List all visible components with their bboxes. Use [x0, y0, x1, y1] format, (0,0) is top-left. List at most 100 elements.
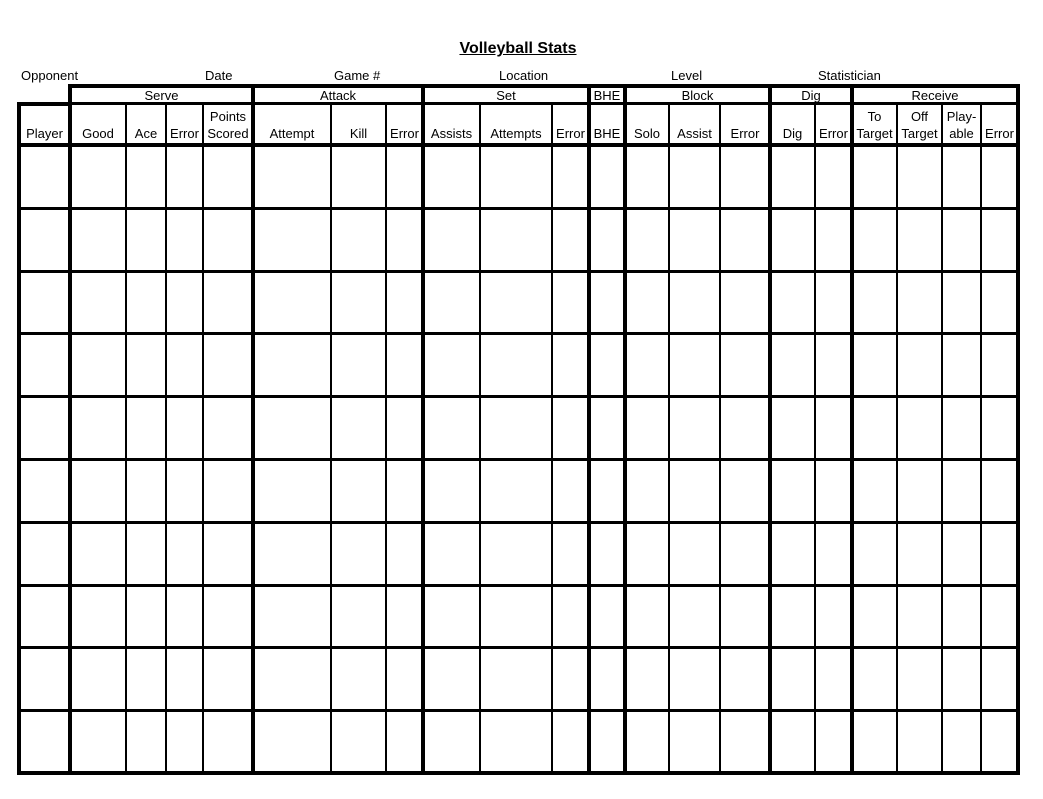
stat-cell[interactable]: [817, 712, 850, 771]
stat-cell[interactable]: [333, 335, 384, 394]
player-cell[interactable]: [21, 147, 68, 206]
stat-cell[interactable]: [817, 147, 850, 206]
stat-cell[interactable]: [554, 649, 587, 708]
stat-cell[interactable]: [128, 398, 164, 457]
stat-cell[interactable]: [899, 147, 940, 206]
stat-cell[interactable]: [854, 398, 895, 457]
stat-cell[interactable]: [772, 461, 813, 520]
stat-cell[interactable]: [168, 712, 201, 771]
stat-cell[interactable]: [854, 587, 895, 646]
stat-cell[interactable]: [255, 587, 329, 646]
stat-cell[interactable]: [205, 335, 251, 394]
stat-cell[interactable]: [482, 335, 550, 394]
stat-cell[interactable]: [554, 147, 587, 206]
stat-cell[interactable]: [627, 147, 667, 206]
stat-cell[interactable]: [671, 461, 718, 520]
stat-cell[interactable]: [72, 461, 124, 520]
stat-cell[interactable]: [627, 461, 667, 520]
stat-cell[interactable]: [388, 147, 421, 206]
stat-cell[interactable]: [722, 649, 768, 708]
stat-cell[interactable]: [671, 587, 718, 646]
stat-cell[interactable]: [627, 712, 667, 771]
stat-cell[interactable]: [425, 147, 478, 206]
stat-cell[interactable]: [333, 147, 384, 206]
stat-cell[interactable]: [722, 712, 768, 771]
stat-cell[interactable]: [627, 524, 667, 583]
stat-cell[interactable]: [388, 712, 421, 771]
stat-cell[interactable]: [627, 210, 667, 269]
stat-cell[interactable]: [983, 461, 1016, 520]
stat-cell[interactable]: [944, 147, 979, 206]
stat-cell[interactable]: [983, 273, 1016, 332]
stat-cell[interactable]: [817, 524, 850, 583]
stat-cell[interactable]: [388, 524, 421, 583]
stat-cell[interactable]: [854, 273, 895, 332]
stat-cell[interactable]: [899, 649, 940, 708]
stat-cell[interactable]: [482, 649, 550, 708]
stat-cell[interactable]: [255, 398, 329, 457]
stat-cell[interactable]: [899, 335, 940, 394]
stat-cell[interactable]: [591, 273, 623, 332]
stat-cell[interactable]: [333, 712, 384, 771]
player-cell[interactable]: [21, 210, 68, 269]
stat-cell[interactable]: [128, 461, 164, 520]
stat-cell[interactable]: [333, 524, 384, 583]
player-cell[interactable]: [21, 335, 68, 394]
stat-cell[interactable]: [482, 398, 550, 457]
stat-cell[interactable]: [671, 524, 718, 583]
stat-cell[interactable]: [899, 273, 940, 332]
stat-cell[interactable]: [854, 712, 895, 771]
stat-cell[interactable]: [899, 524, 940, 583]
stat-cell[interactable]: [591, 147, 623, 206]
stat-cell[interactable]: [333, 398, 384, 457]
stat-cell[interactable]: [854, 649, 895, 708]
stat-cell[interactable]: [591, 712, 623, 771]
stat-cell[interactable]: [388, 461, 421, 520]
stat-cell[interactable]: [722, 273, 768, 332]
stat-cell[interactable]: [554, 587, 587, 646]
stat-cell[interactable]: [944, 649, 979, 708]
stat-cell[interactable]: [255, 712, 329, 771]
stat-cell[interactable]: [591, 524, 623, 583]
stat-cell[interactable]: [671, 712, 718, 771]
stat-cell[interactable]: [591, 398, 623, 457]
player-cell[interactable]: [21, 587, 68, 646]
stat-cell[interactable]: [255, 147, 329, 206]
stat-cell[interactable]: [671, 649, 718, 708]
stat-cell[interactable]: [772, 712, 813, 771]
stat-cell[interactable]: [128, 524, 164, 583]
stat-cell[interactable]: [425, 649, 478, 708]
stat-cell[interactable]: [772, 398, 813, 457]
player-cell[interactable]: [21, 461, 68, 520]
stat-cell[interactable]: [817, 273, 850, 332]
stat-cell[interactable]: [722, 335, 768, 394]
stat-cell[interactable]: [983, 210, 1016, 269]
stat-cell[interactable]: [722, 461, 768, 520]
stat-cell[interactable]: [168, 273, 201, 332]
stat-cell[interactable]: [671, 335, 718, 394]
stat-cell[interactable]: [425, 461, 478, 520]
stat-cell[interactable]: [899, 587, 940, 646]
stat-cell[interactable]: [944, 273, 979, 332]
stat-cell[interactable]: [817, 335, 850, 394]
stat-cell[interactable]: [817, 649, 850, 708]
stat-cell[interactable]: [983, 398, 1016, 457]
stat-cell[interactable]: [854, 461, 895, 520]
stat-cell[interactable]: [168, 210, 201, 269]
stat-cell[interactable]: [128, 712, 164, 771]
stat-cell[interactable]: [255, 335, 329, 394]
stat-cell[interactable]: [944, 335, 979, 394]
stat-cell[interactable]: [591, 210, 623, 269]
player-cell[interactable]: [21, 273, 68, 332]
stat-cell[interactable]: [817, 398, 850, 457]
stat-cell[interactable]: [255, 461, 329, 520]
stat-cell[interactable]: [333, 461, 384, 520]
stat-cell[interactable]: [772, 649, 813, 708]
stat-cell[interactable]: [72, 712, 124, 771]
stat-cell[interactable]: [722, 587, 768, 646]
stat-cell[interactable]: [854, 335, 895, 394]
stat-cell[interactable]: [983, 335, 1016, 394]
stat-cell[interactable]: [425, 587, 478, 646]
stat-cell[interactable]: [554, 335, 587, 394]
stat-cell[interactable]: [944, 524, 979, 583]
